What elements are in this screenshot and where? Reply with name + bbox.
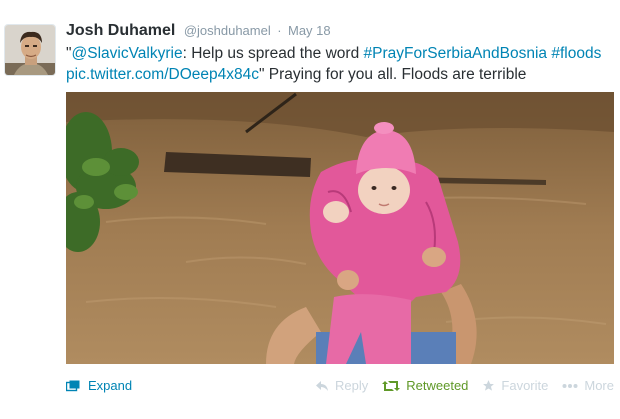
- tweet-header: Josh Duhamel @joshduhamel · May 18: [66, 22, 331, 40]
- more-dots-icon: [562, 383, 578, 389]
- favorite-button[interactable]: Favorite: [482, 378, 548, 393]
- hashtag-link[interactable]: #PrayForSerbiaAndBosnia: [364, 45, 548, 62]
- favorite-label: Favorite: [501, 378, 549, 393]
- mention-link[interactable]: @SlavicValkyrie: [72, 45, 183, 62]
- more-label: More: [584, 378, 614, 393]
- text-segment: : Help us spread the word: [182, 45, 364, 62]
- separator: ·: [277, 23, 282, 38]
- reply-button[interactable]: Reply: [315, 378, 368, 393]
- tweet-photo[interactable]: [66, 92, 614, 364]
- more-button[interactable]: More: [562, 378, 614, 393]
- tweet-card: Josh Duhamel @joshduhamel · May 18 "@Sla…: [0, 0, 620, 419]
- timestamp[interactable]: May 18: [288, 23, 331, 38]
- avatar[interactable]: [4, 24, 56, 76]
- expand-button[interactable]: Expand: [65, 378, 133, 393]
- reply-icon: [315, 380, 329, 392]
- pic-link[interactable]: pic.twitter.com/DOeep4x84c: [66, 66, 259, 83]
- text-segment: " Praying for you all. Floods are terrib…: [258, 66, 527, 83]
- hashtag-link[interactable]: #floods: [551, 45, 601, 62]
- retweet-button[interactable]: Retweeted: [382, 378, 468, 393]
- tweet-text: "@SlavicValkyrie: Help us spread the wor…: [66, 43, 614, 85]
- expand-label: Expand: [88, 378, 133, 393]
- fullname[interactable]: Josh Duhamel: [66, 22, 175, 39]
- action-group: Reply Retweeted Favorite More: [301, 378, 614, 393]
- tweet-actions: Expand Reply Retweeted Favorite More: [65, 378, 614, 398]
- retweet-icon: [382, 380, 401, 392]
- username[interactable]: @joshduhamel: [184, 23, 271, 38]
- expand-icon: [65, 380, 80, 392]
- star-icon: [482, 379, 495, 392]
- retweeted-label: Retweeted: [406, 378, 469, 393]
- reply-label: Reply: [335, 378, 369, 393]
